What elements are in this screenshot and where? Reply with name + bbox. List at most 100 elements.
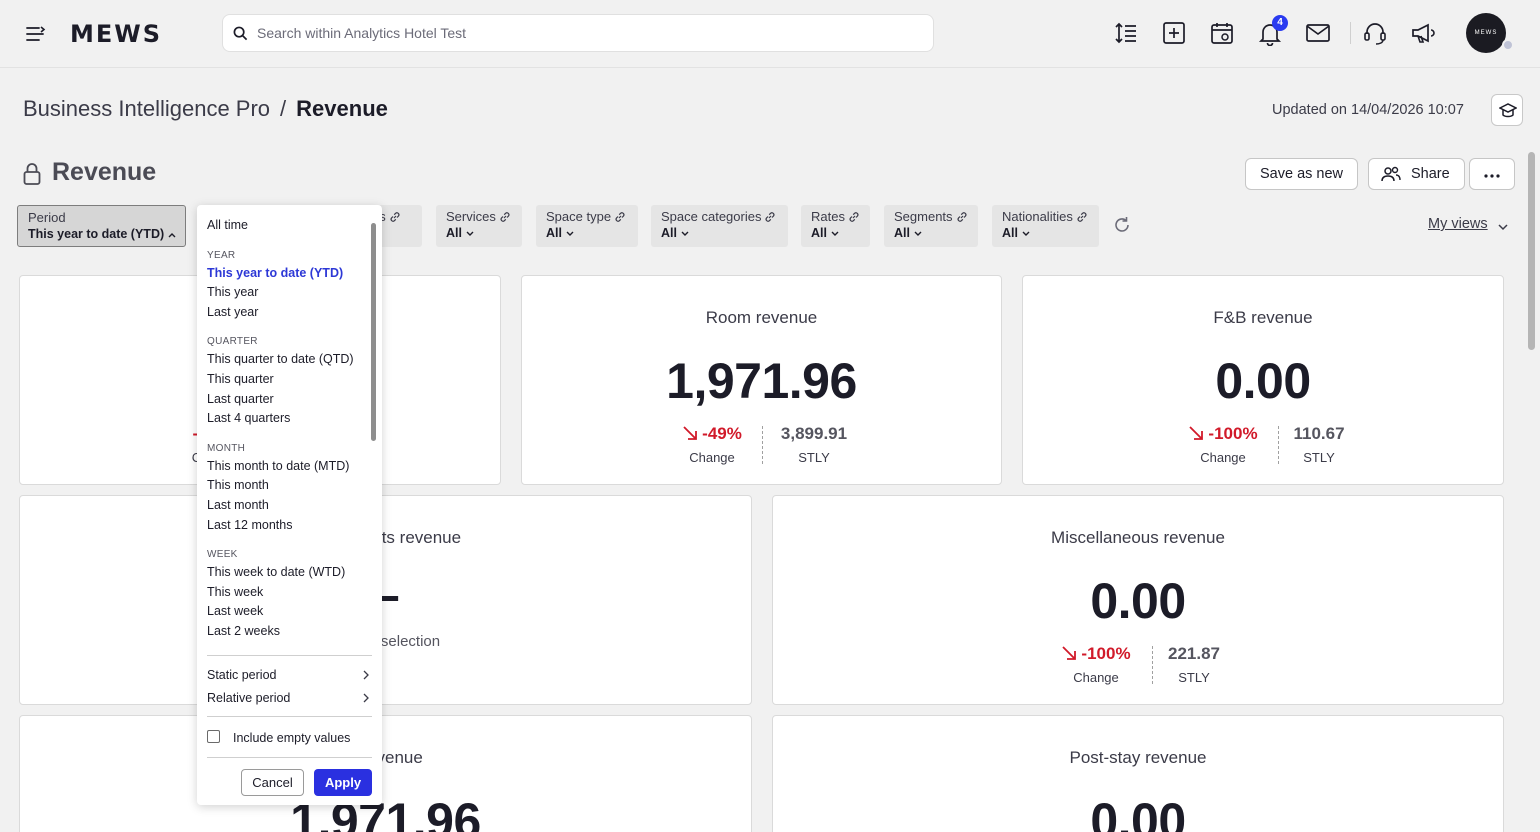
share-button[interactable]: Share [1368,158,1465,190]
link-icon [957,212,967,222]
card-value: 1,971.96 [290,793,481,832]
chevron-down-icon[interactable] [1498,218,1508,236]
option-all-time[interactable]: All time [207,218,248,232]
filter-segments[interactable]: Segments All [884,205,978,247]
card-change: -100% Change [1046,644,1146,685]
chevron-down-icon [466,231,474,236]
option-last-quarter[interactable]: Last quarter [207,392,274,406]
menu-icon[interactable] [24,23,46,45]
line-height-icon[interactable] [1113,20,1139,46]
filter-rates[interactable]: Rates All [801,205,870,247]
filter-label: Rates [811,209,845,224]
empty-note: ur filter selection [330,633,441,650]
option-this-week-to-date[interactable]: This week to date (WTD) [207,565,345,579]
reset-filters-icon[interactable] [1112,215,1132,240]
divider [207,716,372,717]
group-month: MONTH [207,443,246,454]
option-last-4-quarters[interactable]: Last 4 quarters [207,411,290,425]
breadcrumb-parent[interactable]: Business Intelligence Pro [23,96,270,121]
filter-value: All [546,226,562,240]
group-year: YEAR [207,250,236,261]
option-this-month[interactable]: This month [207,478,269,492]
chevron-right-icon[interactable] [362,670,370,680]
change-value: -49% [702,424,742,443]
my-views-link[interactable]: My views [1428,216,1488,232]
cancel-button[interactable]: Cancel [241,769,304,796]
option-this-year-to-date[interactable]: This year to date (YTD) [207,266,343,280]
filter-space-type[interactable]: Space type All [536,205,638,247]
filter-value: This year to date (YTD) [28,227,165,241]
option-last-month[interactable]: Last month [207,498,269,512]
filter-value: All [894,226,910,240]
option-this-year[interactable]: This year [207,285,258,299]
global-search[interactable] [222,14,934,52]
filter-label: Segments [894,209,953,224]
include-empty-checkbox[interactable] [207,730,220,743]
card-stly: 110.67 STLY [1289,424,1349,465]
option-this-month-to-date[interactable]: This month to date (MTD) [207,459,349,473]
filter-space-categories[interactable]: Space categories All [651,205,788,247]
option-last-week[interactable]: Last week [207,604,263,618]
other-departments-card: epartments revenue – ur filter selection [19,495,752,705]
card-stly: 3,899.91 STLY [774,424,854,465]
add-icon[interactable] [1161,20,1187,46]
filter-label: Services [446,209,496,224]
link-icon [500,212,510,222]
divider [1152,646,1153,684]
option-static-period[interactable]: Static period [207,668,276,682]
chevron-right-icon[interactable] [362,693,370,703]
breadcrumb-separator: / [280,96,287,121]
updated-timestamp: Updated on 14/04/2026 10:07 [1272,102,1464,118]
breadcrumb-current: Revenue [296,96,388,121]
calendar-icon[interactable] [1209,20,1235,46]
filter-period[interactable]: Period This year to date (YTD) [17,205,186,247]
trend-down-icon [683,426,698,440]
option-last-12-months[interactable]: Last 12 months [207,518,292,532]
filter-label: Space type [546,209,612,224]
option-relative-period[interactable]: Relative period [207,691,290,705]
group-quarter: QUARTER [207,336,258,347]
filter-services[interactable]: Services All [436,205,522,247]
option-this-week[interactable]: This week [207,585,263,599]
card-value: 0.00 [1090,573,1186,629]
stly-label: STLY [798,450,830,465]
card-value: 0.00 [1215,353,1311,409]
stay-revenue-card: y revenue 1,971.96 [19,715,752,832]
avatar[interactable]: MEWS [1466,13,1506,53]
card-title: Room revenue [705,308,818,327]
divider [207,757,372,758]
support-icon[interactable] [1362,20,1388,46]
more-options-button[interactable] [1469,158,1515,190]
option-last-year[interactable]: Last year [207,305,258,319]
academy-button[interactable] [1491,94,1523,126]
chevron-down-icon [681,231,689,236]
notification-badge: 4 [1272,15,1288,31]
breadcrumb: Business Intelligence Pro / Revenue [23,96,388,122]
include-empty-label[interactable]: Include empty values [233,731,350,745]
room-revenue-card: Room revenue 1,971.96 -49% Change 3,899.… [521,275,1002,485]
chevron-down-icon [1022,231,1030,236]
filter-nationalities[interactable]: Nationalities All [992,205,1099,247]
divider [1278,426,1279,464]
filter-label: Period [28,210,66,225]
change-value: -100% [1081,644,1131,663]
dropdown-scrollbar[interactable] [371,223,376,441]
mews-logo[interactable]: MEWS [70,20,162,48]
megaphone-icon[interactable] [1410,20,1436,46]
search-input[interactable] [257,15,917,51]
option-this-quarter-to-date[interactable]: This quarter to date (QTD) [207,352,354,366]
card-value: 0.00 [1090,793,1186,832]
option-this-quarter[interactable]: This quarter [207,372,274,386]
filter-label: Nationalities [1002,209,1073,224]
divider [207,655,372,656]
save-as-new-button[interactable]: Save as new [1245,158,1359,190]
filter-value: All [446,226,462,240]
toolbar-divider [1350,22,1351,44]
change-label: Change [1073,670,1119,685]
page-scrollbar-thumb[interactable] [1528,152,1535,350]
filter-label: Space categories [661,209,762,224]
apply-button[interactable]: Apply [314,769,372,796]
mail-icon[interactable] [1305,20,1331,46]
option-last-2-weeks[interactable]: Last 2 weeks [207,624,280,638]
stly-value: 3,899.91 [780,424,848,443]
